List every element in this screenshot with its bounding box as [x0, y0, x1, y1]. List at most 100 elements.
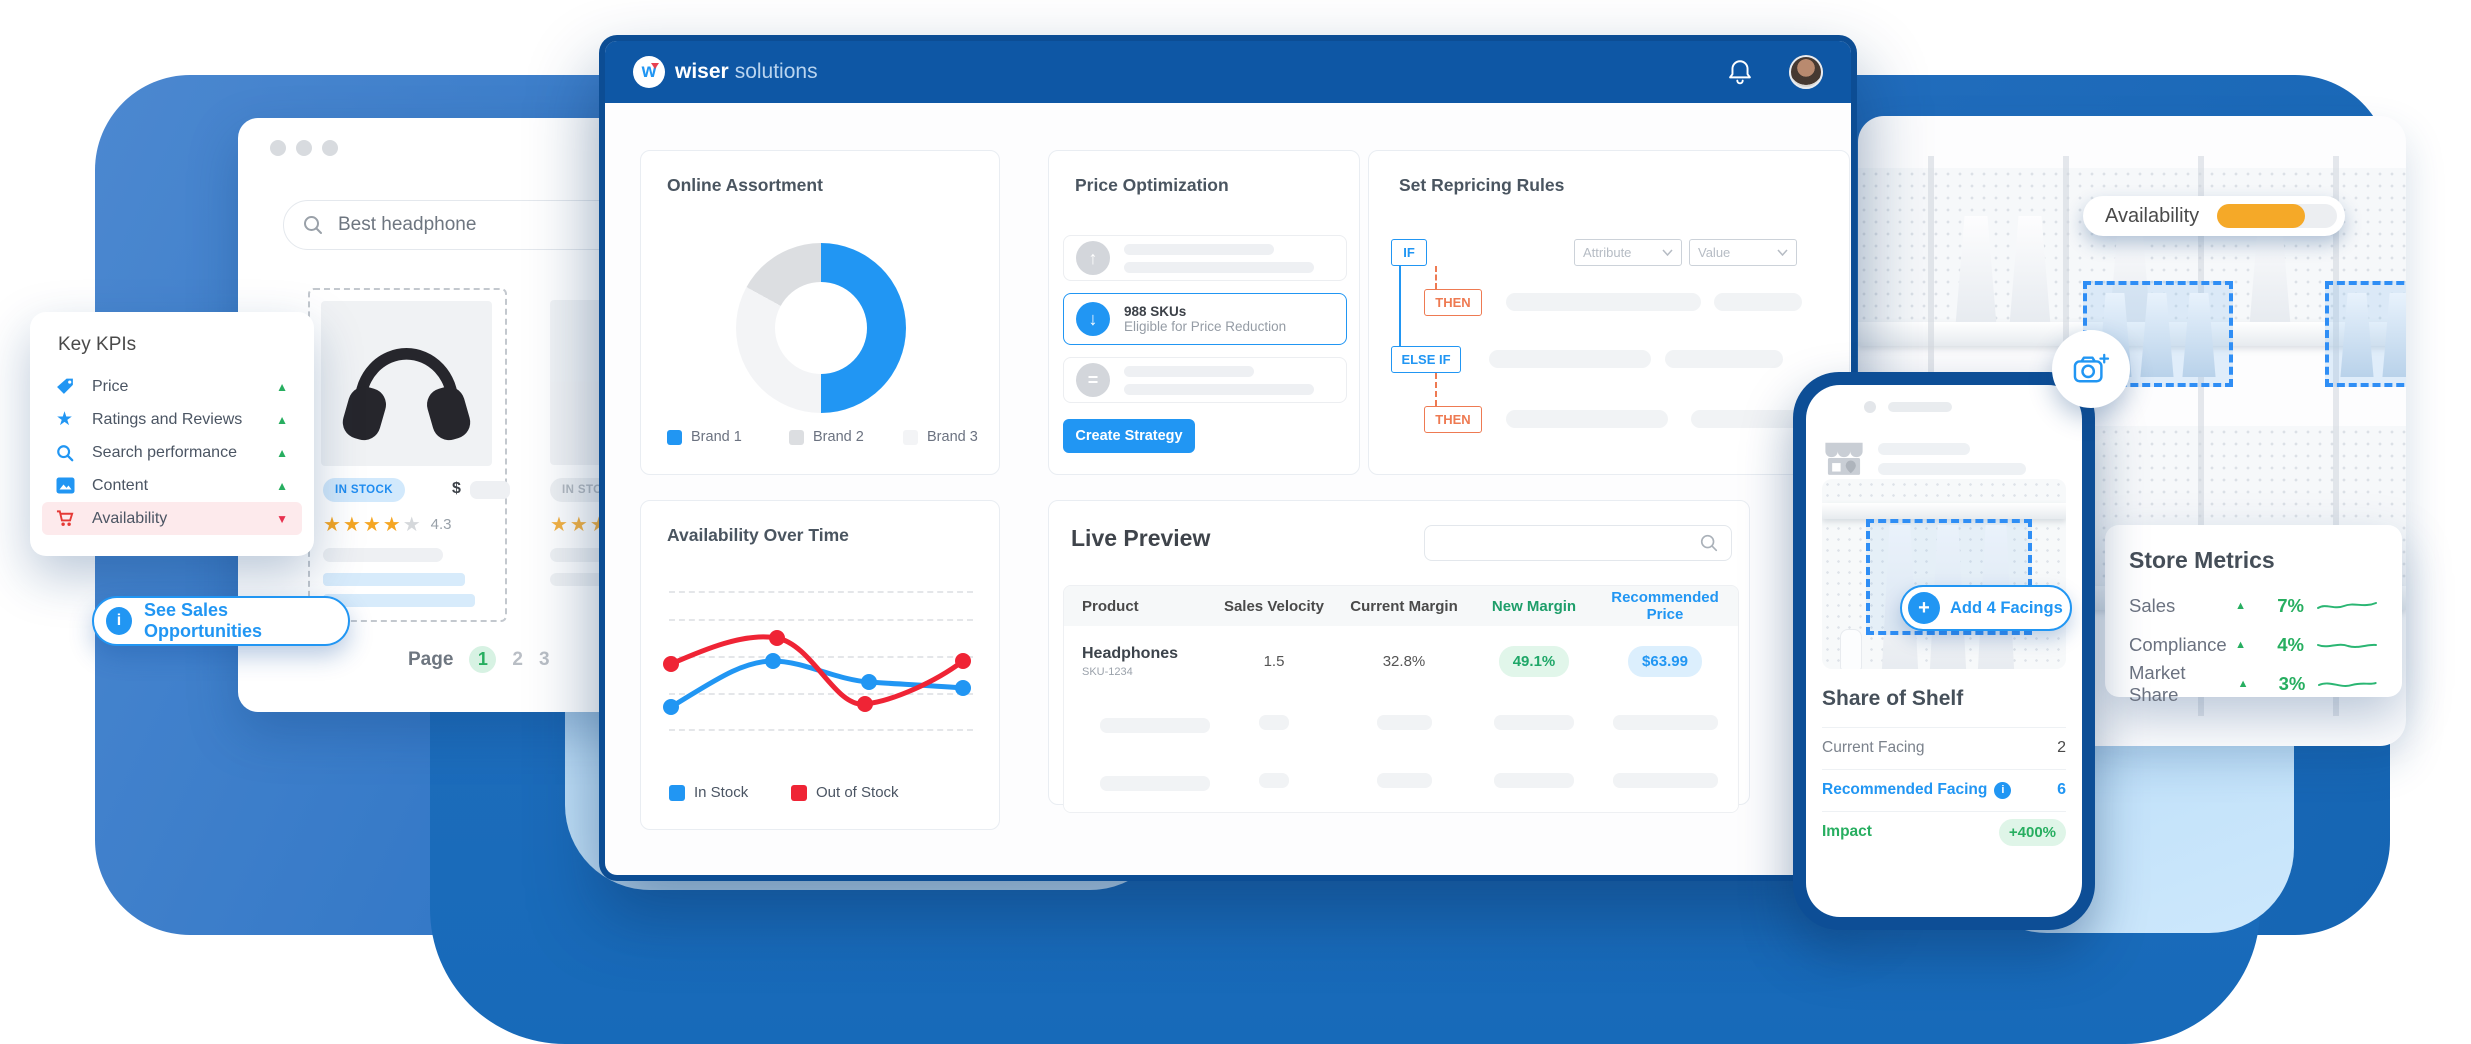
skeleton-bar [323, 548, 443, 562]
user-avatar[interactable] [1789, 55, 1823, 89]
stock-badge: IN STOCK [323, 478, 405, 502]
assortment-donut-chart[interactable] [736, 243, 906, 413]
online-assortment-card: Online Assortment Brand 1 Brand 2 Brand … [640, 150, 1000, 475]
skeleton-bar [1489, 350, 1651, 368]
trend-up-icon: ▲ [276, 413, 288, 427]
live-preview-table: Product Sales Velocity Current Margin Ne… [1063, 585, 1739, 813]
camera-icon [2072, 352, 2110, 386]
legend-brand-2: Brand 2 [789, 429, 864, 445]
window-control-dot[interactable] [270, 140, 286, 156]
dashboard-body: w wiser solutions Online Assortment Bran… [605, 41, 1851, 875]
legend-swatch [669, 785, 685, 801]
strategy-option-reduction[interactable]: ↓ 988 SKUs Eligible for Price Reduction [1063, 293, 1347, 345]
skeleton-bar [1100, 718, 1210, 733]
kpi-label: Content [92, 477, 148, 495]
page-label: Page [408, 649, 453, 671]
skeleton-bar [323, 573, 465, 586]
kpi-row-availability[interactable]: Availability ▼ [42, 502, 302, 535]
camera-capture-button[interactable] [2052, 330, 2130, 408]
chevron-down-icon [1662, 249, 1673, 256]
table-row[interactable]: Headphones SKU-1234 1.5 32.8% 49.1% $63.… [1064, 626, 1738, 696]
search-icon [302, 214, 324, 236]
live-preview-search-box[interactable] [1424, 525, 1732, 561]
availability-toggle[interactable]: Availability [2083, 196, 2345, 236]
window-control-dot[interactable] [322, 140, 338, 156]
legend-swatch [789, 430, 804, 445]
key-kpis-title: Key KPIs [58, 334, 302, 356]
sku-count: 988 SKUs [1124, 304, 1286, 319]
kpi-row-price[interactable]: Price ▲ [42, 370, 302, 403]
legend-swatch [791, 785, 807, 801]
legend-label: Brand 3 [927, 429, 978, 445]
skeleton-bar [1494, 715, 1574, 730]
legend-label: Brand 1 [691, 429, 742, 445]
live-preview-title: Live Preview [1071, 525, 1210, 552]
then-box[interactable]: THEN [1424, 289, 1482, 316]
share-row-recommended-facing[interactable]: Recommended Facing i 6 [1822, 769, 2066, 810]
metric-row-compliance: Compliance ▲ 4% [2129, 625, 2378, 664]
phone-screen: + Add 4 Facings Share of Shelf Current F… [1806, 385, 2082, 917]
price-optimization-card: Price Optimization ↑ ↓ 988 SKUs Eligible… [1048, 150, 1360, 475]
page-1-button[interactable]: 1 [469, 646, 496, 673]
shelf-selection-box-partial[interactable] [2325, 281, 2406, 387]
skeleton-bar [1259, 715, 1289, 730]
page-3-button[interactable]: 3 [539, 649, 550, 671]
trend-up-icon: ▲ [276, 479, 288, 493]
product-sku: SKU-1234 [1082, 666, 1214, 678]
trend-up-icon: ▲ [2235, 639, 2246, 651]
shelf-product-bottle [1840, 629, 1862, 669]
col-recommended-price[interactable]: Recommended Price [1594, 589, 1736, 623]
repricing-title: Set Repricing Rules [1399, 175, 1564, 196]
see-sales-opportunities-label: See Sales Opportunities [144, 600, 336, 642]
availability-over-time-card: Availability Over Time In Stock Out of S… [640, 500, 1000, 830]
live-preview-card: Live Preview Product Sales Velocity Curr… [1048, 500, 1750, 805]
legend-label: In Stock [694, 784, 748, 801]
share-row-impact: Impact +400% [1822, 811, 2066, 852]
sparkline [2316, 637, 2378, 653]
window-control-dot[interactable] [296, 140, 312, 156]
sales-velocity-value: 1.5 [1214, 653, 1334, 670]
rating-value: 4.3 [431, 516, 452, 533]
info-icon[interactable]: i [1994, 782, 2011, 799]
legend-swatch [667, 430, 682, 445]
strategy-option-increase[interactable]: ↑ [1063, 235, 1347, 281]
if-box[interactable]: IF [1391, 239, 1427, 266]
skeleton-bar [1124, 366, 1254, 377]
else-if-box[interactable]: ELSE IF [1391, 346, 1461, 373]
search-icon [1699, 533, 1719, 553]
selected-tube [2181, 293, 2217, 377]
create-strategy-button[interactable]: Create Strategy [1063, 419, 1195, 453]
bell-icon[interactable] [1727, 58, 1753, 86]
table-row-skeleton [1064, 754, 1738, 812]
availability-line-chart[interactable] [641, 501, 1001, 831]
plus-icon: + [1908, 592, 1940, 624]
page-2-button[interactable]: 2 [512, 649, 523, 671]
brand-name: wiser [675, 60, 729, 84]
then-box-2[interactable]: THEN [1424, 406, 1482, 433]
mobile-app-mockup: + Add 4 Facings Share of Shelf Current F… [1793, 372, 2095, 930]
value-dropdown[interactable]: Value [1689, 239, 1797, 266]
col-sales-velocity[interactable]: Sales Velocity [1214, 598, 1334, 615]
legend-brand-3: Brand 3 [903, 429, 978, 445]
attribute-dropdown[interactable]: Attribute [1574, 239, 1682, 266]
col-new-margin[interactable]: New Margin [1474, 598, 1594, 615]
shelf-strip [1822, 503, 2066, 519]
skeleton-bar [1613, 773, 1718, 788]
kpi-row-content[interactable]: Content ▲ [42, 469, 302, 502]
chevron-down-icon [1777, 249, 1788, 256]
metric-label: Compliance [2129, 634, 2227, 656]
col-product[interactable]: Product [1064, 598, 1214, 615]
strategy-option-maintain[interactable]: = [1063, 357, 1347, 403]
attribute-placeholder: Attribute [1583, 245, 1631, 260]
col-current-margin[interactable]: Current Margin [1334, 598, 1474, 615]
product-card-headphones[interactable]: IN STOCK $ ★★★★★ 4.3 [308, 288, 507, 622]
kpi-row-ratings[interactable]: ★ Ratings and Reviews ▲ [42, 403, 302, 436]
trend-up-icon: ▲ [2235, 600, 2246, 612]
repricing-rules-card: Set Repricing Rules IF Attribute Value T… [1368, 150, 1850, 475]
current-margin-value: 32.8% [1334, 653, 1474, 670]
add-facings-button[interactable]: + Add 4 Facings [1900, 585, 2072, 631]
availability-toggle-label: Availability [2105, 205, 2199, 228]
see-sales-opportunities-button[interactable]: i See Sales Opportunities [92, 596, 350, 646]
kpi-row-search[interactable]: Search performance ▲ [42, 436, 302, 469]
metric-label: Sales [2129, 595, 2175, 617]
